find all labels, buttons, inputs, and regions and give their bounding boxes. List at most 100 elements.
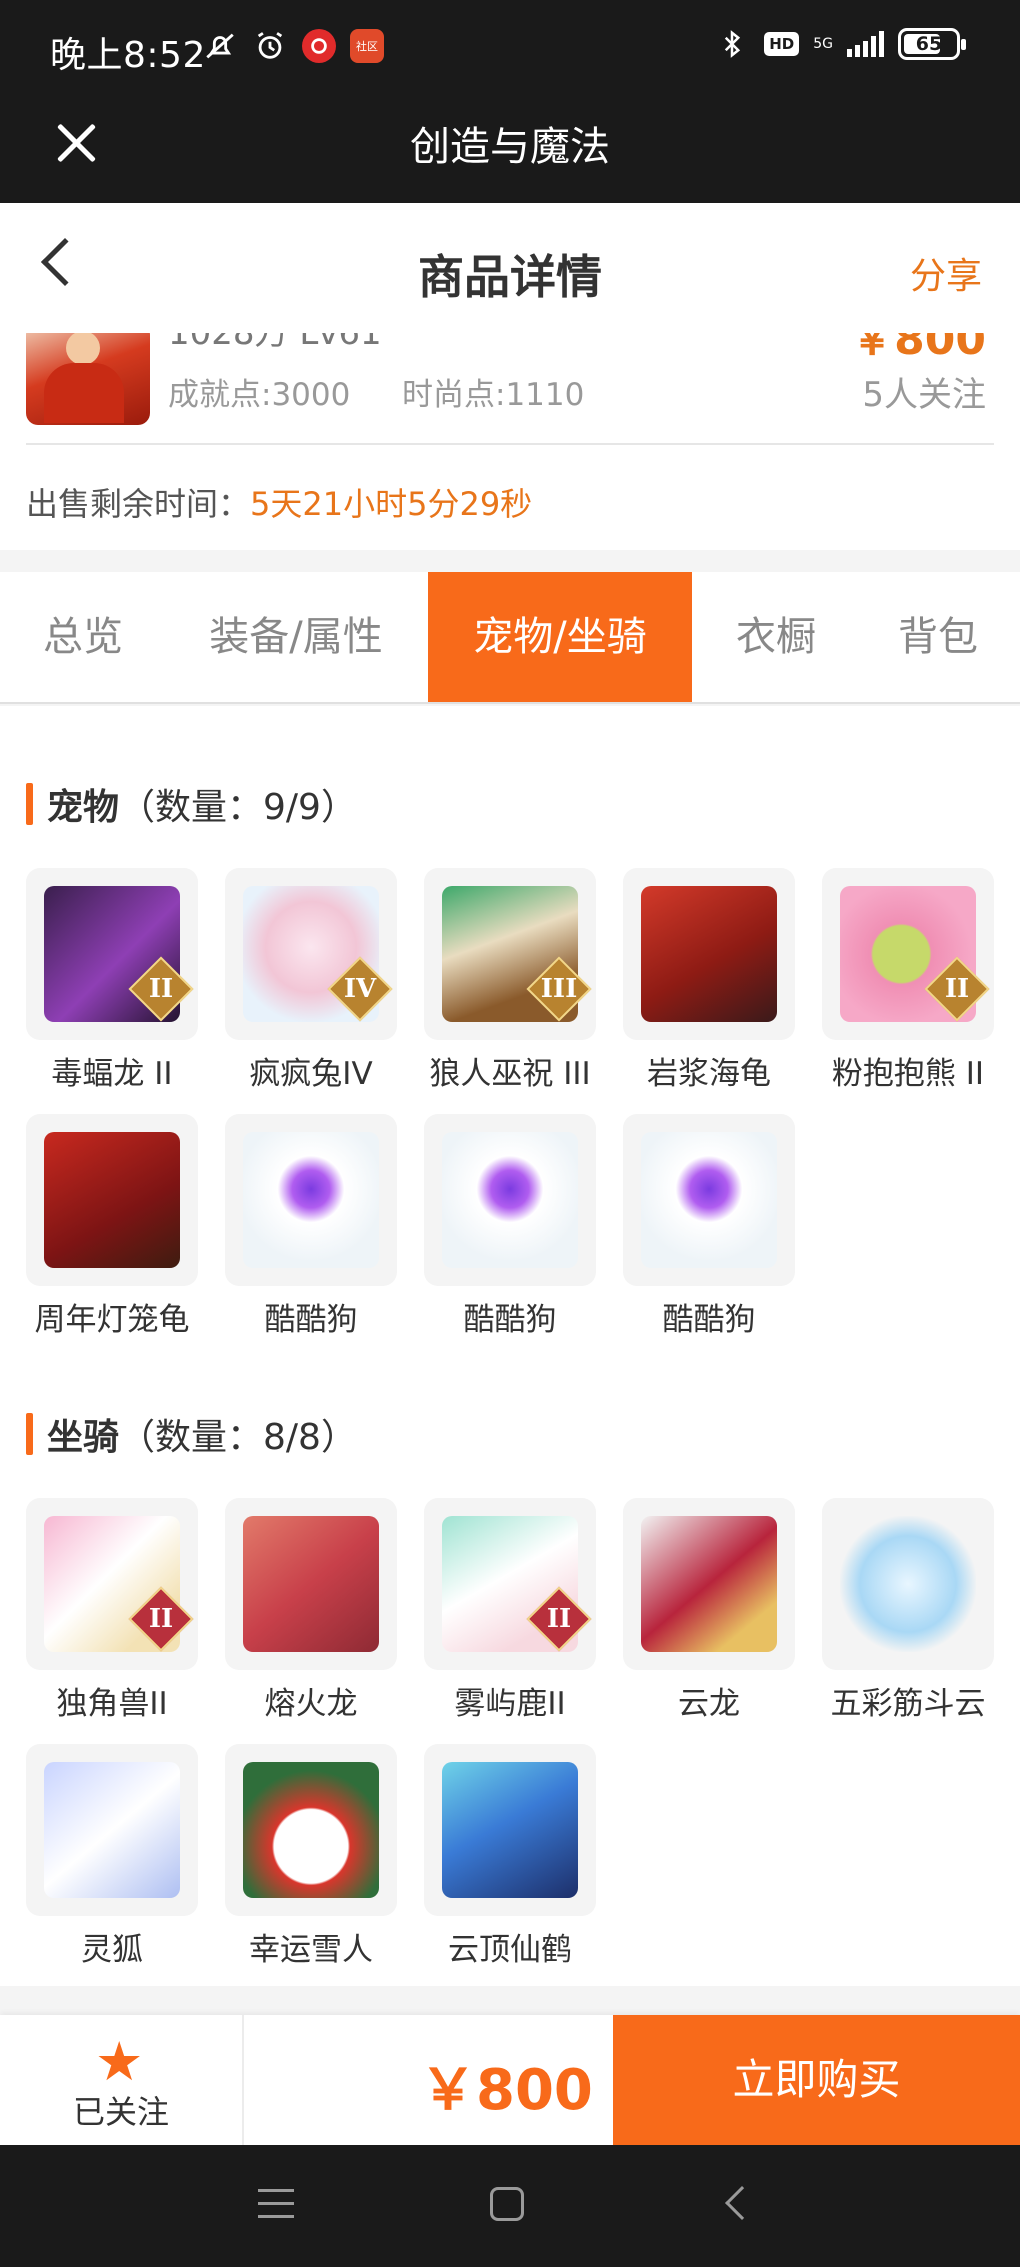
grade-badge-text: II	[148, 974, 174, 1004]
buy-now-button[interactable]: 立即购买	[613, 2015, 1020, 2145]
tab-overview[interactable]: 总览	[0, 572, 166, 702]
pet-item[interactable]: 岩浆海龟	[623, 868, 795, 1093]
item-thumbnail: II	[822, 868, 994, 1040]
follower-count: 5人关注	[862, 375, 986, 415]
item-artwork	[44, 1762, 180, 1898]
page-header: 商品详情 分享	[0, 203, 1020, 333]
item-artwork	[44, 1132, 180, 1268]
item-name: 云龙	[678, 1686, 740, 1722]
share-button[interactable]: 分享	[910, 247, 982, 299]
follow-button[interactable]: ★ 已关注	[0, 2015, 244, 2145]
item-thumbnail: III	[424, 868, 596, 1040]
item-artwork	[641, 1516, 777, 1652]
item-name: 五彩筋斗云	[830, 1686, 986, 1722]
item-name: 灵狐	[81, 1932, 143, 1968]
item-name: 狼人巫祝 III	[429, 1056, 591, 1092]
item-thumbnail	[424, 1114, 596, 1286]
grade-badge-text: IV	[343, 974, 377, 1004]
tab-wardrobe[interactable]: 衣橱	[714, 572, 838, 702]
item-artwork	[243, 1762, 379, 1898]
follow-label: 已关注	[72, 2093, 169, 2131]
listing-price-top: ￥800	[850, 333, 986, 365]
pets-mounts-panel: 宠物 （数量：9/9） II 毒蝠龙 II IV 疯疯兔IV III 狼人巫祝 III 岩浆海…	[0, 706, 1020, 1986]
pet-item[interactable]: II 毒蝠龙 II	[26, 868, 198, 1093]
webview-title: 创造与魔法	[410, 124, 610, 170]
pet-item[interactable]: IV 疯疯兔IV	[225, 868, 397, 1093]
bottom-action-bar: ★ 已关注 ￥800 立即购买	[0, 2015, 1020, 2145]
mount-item[interactable]: II 独角兽II	[26, 1498, 198, 1723]
mount-item[interactable]: 云顶仙鹤	[424, 1744, 596, 1969]
pet-item[interactable]: 周年灯笼龟	[26, 1114, 198, 1339]
music-app-icon	[302, 29, 336, 63]
pet-item[interactable]: III 狼人巫祝 III	[424, 868, 596, 1093]
status-icons-right: HD 5G 65	[714, 26, 966, 62]
item-name: 雾屿鹿II	[454, 1686, 566, 1722]
tab-bag[interactable]: 背包	[868, 572, 1008, 702]
remaining-time: 出售剩余时间：5天21小时5分29秒	[26, 479, 532, 525]
mount-item[interactable]: 灵狐	[26, 1744, 198, 1969]
item-thumbnail	[623, 868, 795, 1040]
tab-equipment[interactable]: 装备/属性	[188, 572, 404, 702]
item-thumbnail	[623, 1114, 795, 1286]
system-nav-bar	[0, 2145, 1020, 2267]
community-app-icon: 社区	[350, 29, 384, 63]
item-artwork	[442, 1762, 578, 1898]
item-name: 熔火龙	[264, 1686, 358, 1722]
item-artwork	[442, 1132, 578, 1268]
pets-section-title: 宠物 （数量：9/9）	[26, 778, 357, 830]
pet-item[interactable]: 酷酷狗	[225, 1114, 397, 1339]
item-thumbnail: II	[26, 1498, 198, 1670]
mount-item[interactable]: 幸运雪人	[225, 1744, 397, 1969]
pets-title: 宠物	[47, 787, 120, 828]
community-app-badge-text: 社区	[356, 40, 378, 53]
item-thumbnail	[26, 1744, 198, 1916]
item-thumbnail	[225, 1114, 397, 1286]
item-name: 酷酷狗	[264, 1302, 358, 1338]
mounts-title: 坐骑	[47, 1417, 120, 1458]
menu-icon[interactable]	[258, 2189, 294, 2221]
detail-tabs: 总览 装备/属性 宠物/坐骑 衣橱 背包	[0, 572, 1020, 704]
tab-pets-mounts[interactable]: 宠物/坐骑	[428, 572, 692, 702]
item-thumbnail	[26, 1114, 198, 1286]
section-accent-bar	[26, 1413, 33, 1455]
pet-item[interactable]: 酷酷狗	[623, 1114, 795, 1339]
character-avatar	[26, 333, 150, 425]
item-thumbnail	[424, 1744, 596, 1916]
network-type: 5G	[813, 36, 833, 52]
remaining-time-value: 5天21小时5分29秒	[250, 485, 533, 523]
item-artwork	[243, 1132, 379, 1268]
home-icon[interactable]	[490, 2187, 524, 2221]
item-thumbnail: II	[424, 1498, 596, 1670]
item-thumbnail	[225, 1744, 397, 1916]
item-thumbnail: IV	[225, 868, 397, 1040]
status-icons-left: 社区	[202, 28, 384, 64]
item-name: 独角兽II	[56, 1686, 168, 1722]
item-name: 周年灯笼龟	[34, 1302, 190, 1338]
star-icon: ★	[95, 2030, 144, 2093]
mounts-count: （数量：8/8）	[119, 1417, 357, 1458]
alarm-icon	[252, 28, 288, 64]
item-thumbnail	[623, 1498, 795, 1670]
mount-item[interactable]: 熔火龙	[225, 1498, 397, 1723]
item-name: 毒蝠龙 II	[51, 1056, 173, 1092]
mount-item[interactable]: 五彩筋斗云	[822, 1498, 994, 1723]
pet-item[interactable]: II 粉抱抱熊 II	[822, 868, 994, 1093]
character-level: 1028万 Lv61	[168, 333, 382, 353]
mount-item[interactable]: 云龙	[623, 1498, 795, 1723]
webview-header: 创造与魔法	[0, 100, 1020, 203]
item-artwork	[243, 1516, 379, 1652]
pet-item[interactable]: 酷酷狗	[424, 1114, 596, 1339]
mount-item[interactable]: II 雾屿鹿II	[424, 1498, 596, 1723]
item-name: 幸运雪人	[249, 1932, 373, 1968]
back-icon[interactable]	[725, 2186, 759, 2220]
item-name: 云顶仙鹤	[448, 1932, 572, 1968]
item-name: 粉抱抱熊 II	[831, 1056, 985, 1092]
page-title: 商品详情	[418, 250, 602, 304]
grade-badge-text: II	[148, 1604, 174, 1634]
item-thumbnail	[822, 1498, 994, 1670]
grade-badge-text: III	[540, 974, 578, 1004]
fashion-points: 时尚点:1110	[402, 377, 585, 413]
item-thumbnail	[225, 1498, 397, 1670]
battery-icon: 65	[898, 28, 966, 60]
bluetooth-icon	[714, 26, 750, 62]
